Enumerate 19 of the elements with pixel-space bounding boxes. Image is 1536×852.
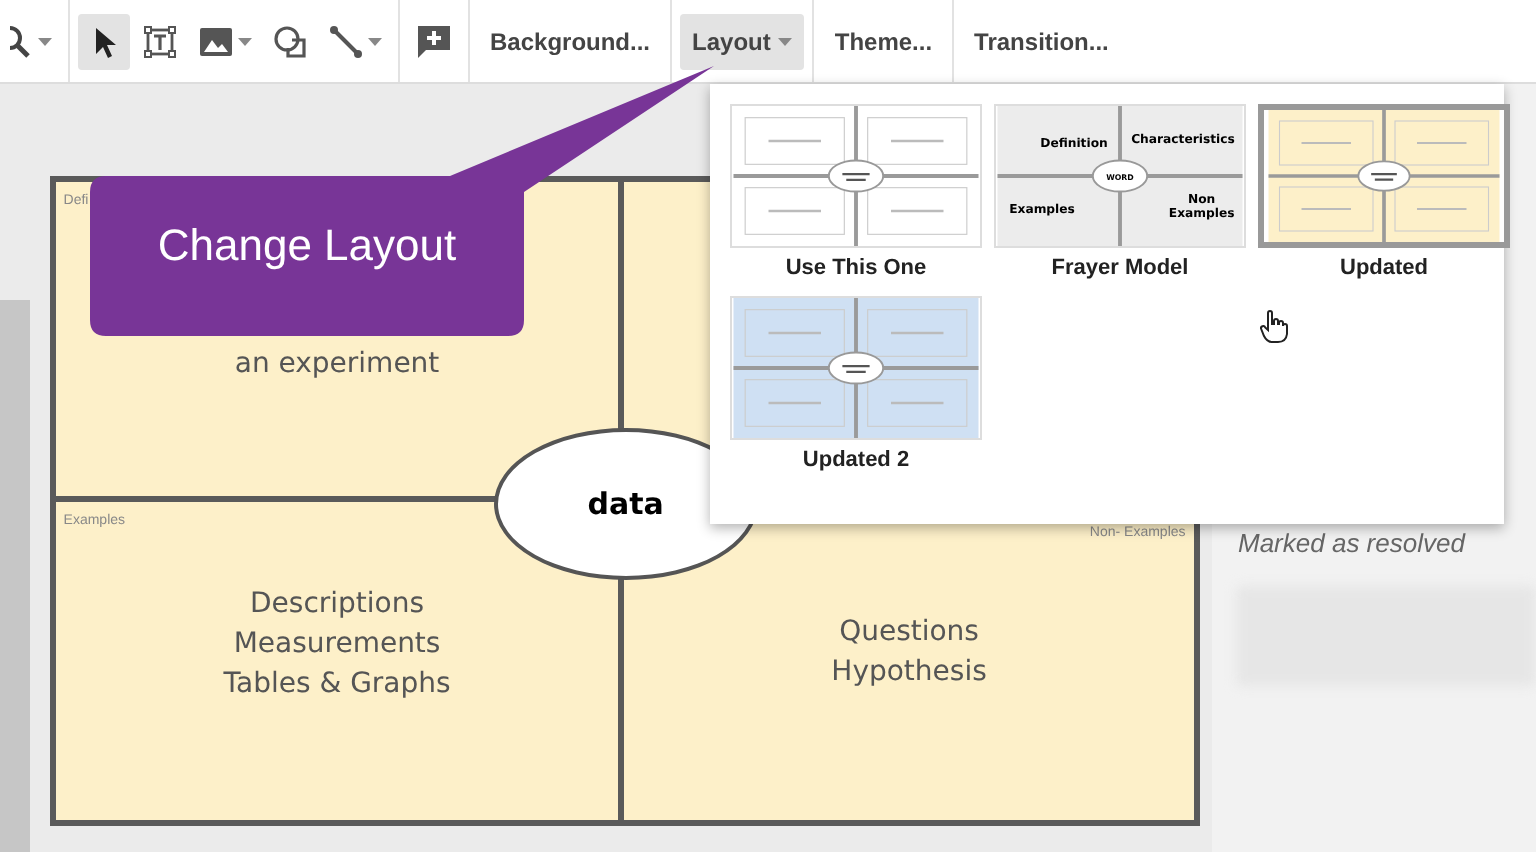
magnifier-icon	[10, 23, 34, 59]
quadrant-text: Descriptions Measurements Tables & Graphs	[223, 585, 451, 703]
layout-option[interactable]: Use This One	[730, 104, 982, 280]
shape-icon	[272, 23, 308, 59]
layout-option[interactable]: Updated	[1258, 104, 1510, 280]
line-icon	[328, 23, 364, 59]
menu-button[interactable]: Theme...	[822, 13, 945, 69]
callout-text: Change Layout	[155, 218, 459, 274]
hand-cursor-icon	[1260, 310, 1288, 344]
menu-button[interactable]: Transition...	[962, 13, 1121, 69]
text-box-icon	[142, 23, 178, 59]
quadrant-text: an experiment	[234, 346, 440, 384]
resolved-status: Marked as resolved	[1238, 528, 1468, 558]
image-icon	[198, 23, 234, 59]
tool-button[interactable]	[78, 13, 130, 69]
add-comment-icon	[416, 23, 452, 59]
menu-button[interactable]: Background...	[478, 13, 663, 69]
quadrant-text: Questions Hypothesis	[831, 613, 987, 691]
menu-button[interactable]: Layout	[680, 13, 805, 69]
